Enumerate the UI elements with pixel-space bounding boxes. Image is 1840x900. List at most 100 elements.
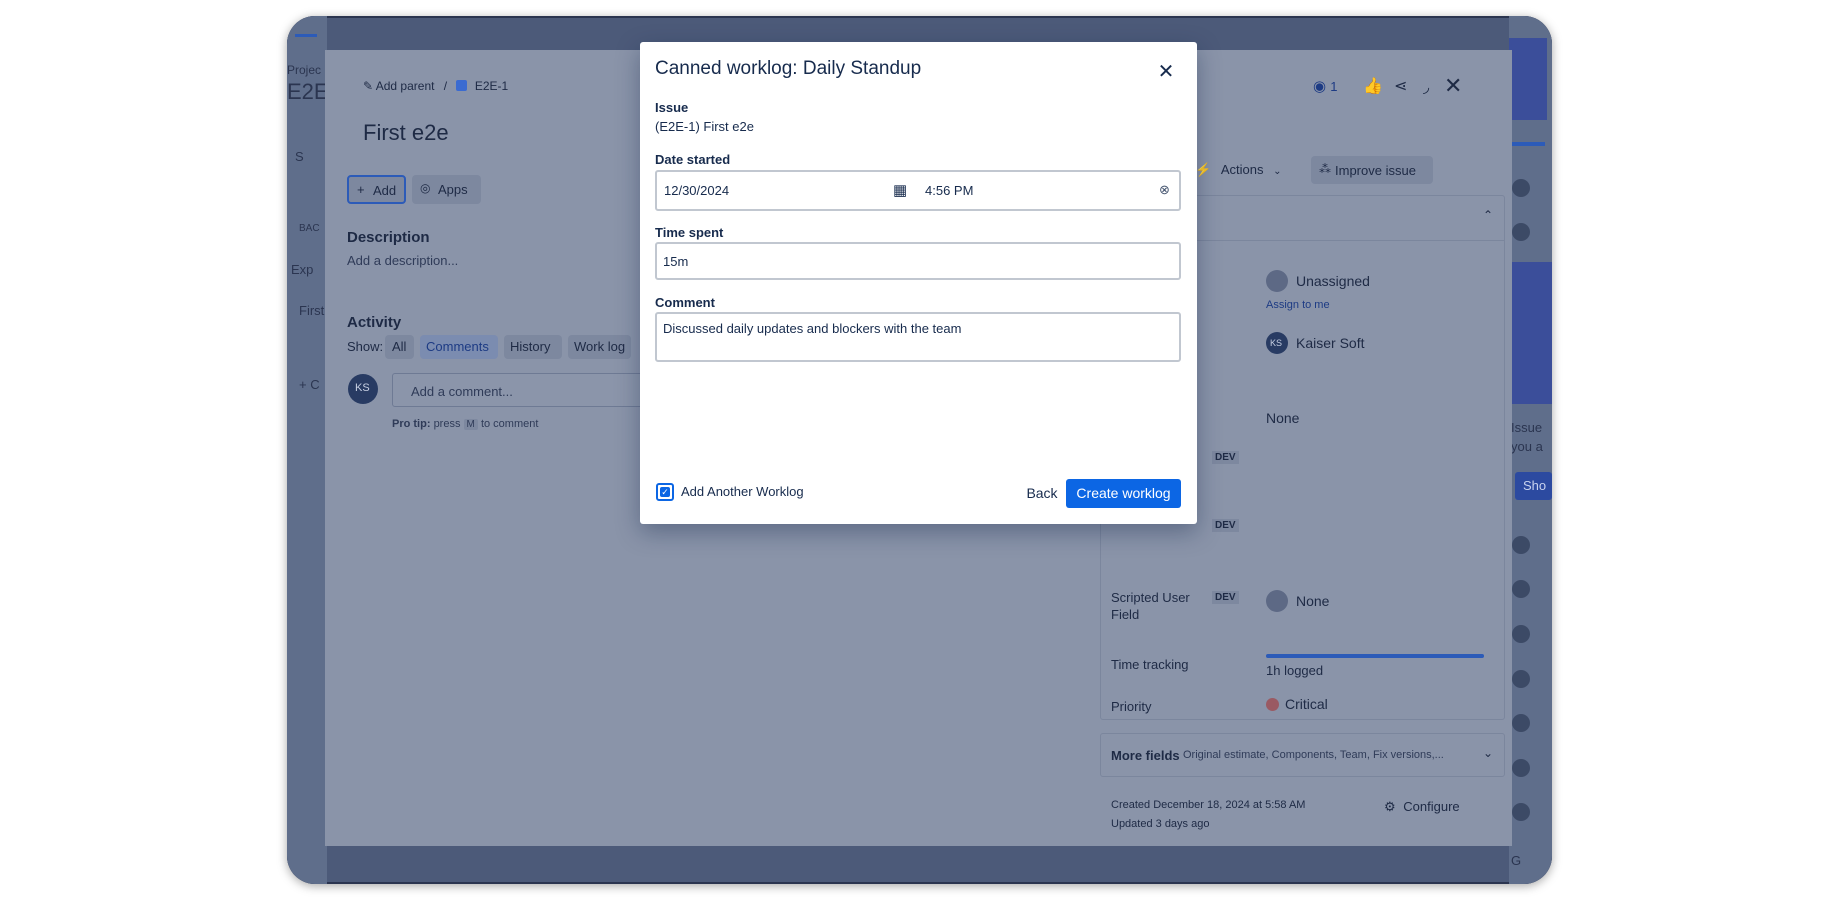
share-icon[interactable]: ⋖ — [1394, 76, 1407, 96]
right-you-stub: you a — [1511, 439, 1543, 454]
eye-icon: ◉ — [1313, 78, 1327, 95]
critical-priority-icon — [1266, 698, 1279, 711]
comment-label: Comment — [655, 295, 715, 310]
check-circle-icon — [1512, 536, 1530, 554]
reporter-avatar: KS — [1266, 332, 1288, 354]
sparkle-icon: ⁂ — [1319, 162, 1331, 176]
close-icon[interactable]: ✕ — [1155, 61, 1177, 83]
configure-button[interactable]: ⚙ Configure — [1384, 799, 1460, 815]
time-spent-label: Time spent — [655, 225, 724, 240]
watch-button[interactable]: ◉ 1 — [1313, 77, 1338, 95]
activity-heading: Activity — [347, 314, 402, 331]
background-sidebar: Projec E2E S BAC Exp First + C — [287, 16, 329, 884]
project-key: E2E — [287, 79, 329, 104]
issue-key-link[interactable]: E2E-1 — [475, 79, 508, 93]
back-button[interactable]: Back — [1016, 479, 1068, 507]
chevron-down-icon: ⌄ — [1273, 166, 1282, 177]
dev-badge: DEV — [1212, 451, 1239, 464]
description-placeholder[interactable]: Add a description... — [347, 253, 458, 268]
assignee-value: Unassigned — [1296, 273, 1370, 289]
time-tracking-value: 1h logged — [1266, 663, 1324, 678]
search-stub: S — [295, 149, 304, 164]
breadcrumb-separator: / — [443, 79, 448, 93]
priority-label: Priority — [1111, 699, 1152, 714]
check-icon: ✓ — [660, 487, 670, 497]
reporter-value: Kaiser Soft — [1296, 335, 1365, 351]
add-another-worklog-checkbox[interactable]: ✓ — [656, 483, 674, 501]
apps-button[interactable]: ◎ Apps — [412, 175, 481, 204]
right-issue-stub: Issue — [1511, 420, 1543, 435]
date-started-label: Date started — [655, 152, 731, 167]
chevron-up-icon[interactable]: ⌃ — [1483, 208, 1493, 222]
background-image — [1509, 262, 1552, 404]
lightning-icon: ⚡ — [1195, 162, 1212, 177]
time-tracking-label: Time tracking — [1111, 657, 1189, 672]
field-none-value: None — [1266, 410, 1300, 426]
background-right-panel: Issue you a Sho G — [1509, 16, 1552, 884]
add-another-worklog-label[interactable]: Add Another Worklog — [681, 484, 804, 499]
issue-title[interactable]: First e2e — [363, 120, 449, 146]
close-icon[interactable]: ✕ — [1444, 73, 1462, 99]
dialog-title: Canned worklog: Daily Standup — [655, 58, 922, 79]
issue-label: Issue — [655, 100, 689, 115]
apps-icon: ◎ — [420, 181, 431, 195]
pencil-icon: ✎ — [363, 79, 374, 93]
calendar-icon[interactable]: ▦ — [893, 181, 907, 199]
time-input[interactable]: 4:56 PM — [925, 183, 973, 198]
comment-input[interactable]: Add a comment... — [392, 373, 652, 407]
check-circle-icon — [1512, 223, 1530, 241]
add-parent-link[interactable]: Add parent — [376, 79, 435, 93]
plus-icon: + — [357, 182, 365, 197]
time-spent-input[interactable]: 15m — [655, 242, 1181, 280]
like-icon[interactable]: 👍 — [1363, 76, 1383, 96]
check-circle-icon — [1512, 179, 1530, 197]
right-show-button: Sho — [1515, 472, 1552, 500]
sidebar-indicator — [295, 34, 317, 37]
more-fields-section[interactable]: More fields Original estimate, Component… — [1100, 733, 1505, 777]
keyboard-key-m: M — [463, 419, 478, 430]
create-worklog-button[interactable]: Create worklog — [1066, 479, 1181, 508]
check-circle-icon — [1512, 714, 1530, 732]
gear-icon: ⚙ — [1384, 799, 1396, 814]
loading-spinner-icon: ◞ — [1423, 79, 1430, 96]
check-circle-icon — [1512, 580, 1530, 598]
date-started-field[interactable]: 12/30/2024 ▦ 4:56 PM ⊗ — [655, 170, 1181, 211]
person-icon — [1266, 270, 1288, 292]
time-tracking-fill — [1266, 654, 1484, 658]
date-input[interactable]: 12/30/2024 — [664, 183, 729, 198]
comment-textarea[interactable]: Discussed daily updates and blockers wit… — [655, 312, 1181, 362]
actions-button[interactable]: ⚡ Actions ⌄ — [1195, 162, 1281, 178]
assign-to-me-link[interactable]: Assign to me — [1266, 299, 1330, 311]
expand-stub: Exp — [291, 262, 314, 277]
canned-worklog-dialog: Canned worklog: Daily Standup ✕ Issue (E… — [640, 42, 1197, 524]
clear-icon[interactable]: ⊗ — [1159, 182, 1170, 198]
add-button[interactable]: + Add — [347, 175, 406, 204]
backlog-stub: BAC — [299, 223, 320, 234]
first-stub: First — [299, 303, 325, 318]
breadcrumb: ✎ Add parent / E2E-1 — [363, 79, 508, 93]
avatar: KS — [348, 374, 378, 404]
description-heading: Description — [347, 229, 430, 246]
filter-all[interactable]: All — [385, 335, 414, 359]
improve-issue-button[interactable]: ⁂ Improve issue — [1311, 156, 1433, 184]
background-banner — [1509, 38, 1547, 120]
dev-badge: DEV — [1212, 591, 1239, 604]
project-label: Projec — [287, 63, 322, 77]
priority-value: Critical — [1285, 696, 1328, 712]
create-stub: + C — [299, 377, 320, 392]
person-icon — [1266, 590, 1288, 612]
pro-tip: Pro tip: press M to comment — [392, 418, 539, 430]
updated-text: Updated 3 days ago — [1111, 818, 1210, 830]
chevron-down-icon: ⌄ — [1483, 746, 1494, 760]
issue-value: (E2E-1) First e2e — [655, 119, 754, 134]
filter-comments[interactable]: Comments — [420, 335, 498, 359]
filter-work-log[interactable]: Work log — [568, 335, 631, 359]
time-tracking-bar — [1266, 654, 1484, 658]
background-progress — [1509, 142, 1545, 146]
bottom-stub: G — [1511, 853, 1522, 868]
check-circle-icon — [1512, 759, 1530, 777]
checkbox-issue-type-icon — [456, 80, 468, 91]
dev-badge: DEV — [1212, 519, 1239, 532]
created-text: Created December 18, 2024 at 5:58 AM — [1111, 799, 1306, 811]
filter-history[interactable]: History — [504, 335, 562, 359]
